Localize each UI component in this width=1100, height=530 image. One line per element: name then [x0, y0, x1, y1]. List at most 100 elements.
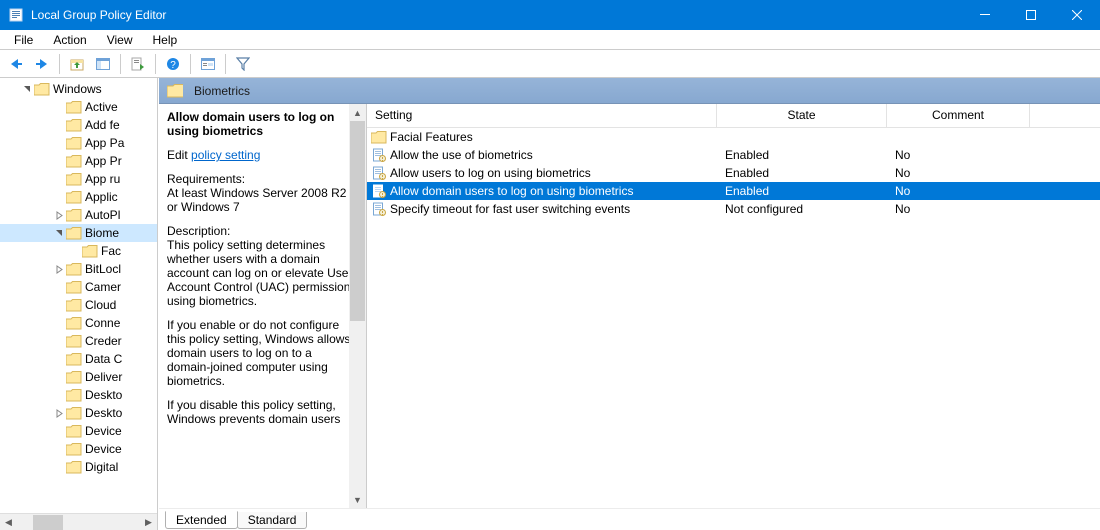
tree-item[interactable]: Deskto [0, 404, 157, 422]
export-list-button[interactable] [126, 52, 150, 76]
tree-item[interactable]: App Pa [0, 134, 157, 152]
scroll-down-icon[interactable]: ▼ [349, 491, 366, 508]
tree-item[interactable]: Deliver [0, 368, 157, 386]
setting-state: Enabled [725, 166, 895, 180]
list-row[interactable]: Allow the use of biometricsEnabledNo [367, 146, 1100, 164]
description-p2: If you enable or do not configure this p… [167, 318, 358, 388]
tree-item[interactable]: App Pr [0, 152, 157, 170]
forward-button[interactable] [30, 52, 54, 76]
tree-horizontal-scrollbar[interactable]: ◀ ▶ [0, 513, 157, 530]
tree-item[interactable]: Creder [0, 332, 157, 350]
minimize-button[interactable] [962, 0, 1008, 30]
tree-item-root[interactable]: Windows [0, 80, 157, 98]
detail-vertical-scrollbar[interactable]: ▲ ▼ [349, 104, 366, 508]
menu-action[interactable]: Action [45, 32, 94, 48]
list-row[interactable]: Specify timeout for fast user switching … [367, 200, 1100, 218]
tree-view[interactable]: Windows ActiveAdd feApp Pa App Pr App ru Ap… [0, 78, 157, 513]
setting-name: Allow the use of biometrics [390, 148, 533, 162]
menu-help[interactable]: Help [145, 32, 186, 48]
up-button[interactable] [65, 52, 89, 76]
tree-item[interactable]: Conne [0, 314, 157, 332]
folder-icon [66, 442, 82, 456]
folder-icon [66, 424, 82, 438]
chevron-right-icon[interactable] [52, 265, 66, 274]
folder-icon [66, 406, 82, 420]
list-row[interactable]: Allow users to log on using biometricsEn… [367, 164, 1100, 182]
folder-icon [66, 190, 82, 204]
tree-item[interactable]: Device [0, 440, 157, 458]
tree-item[interactable]: Camer [0, 278, 157, 296]
col-state[interactable]: State [717, 104, 887, 127]
tree-item[interactable]: Deskto [0, 386, 157, 404]
tree-item[interactable]: Biome [0, 224, 157, 242]
tree-item-label: Data C [85, 352, 122, 366]
help-button[interactable]: ? [161, 52, 185, 76]
tree-item-label: Applic [85, 190, 118, 204]
filter-button[interactable] [231, 52, 255, 76]
titlebar[interactable]: Local Group Policy Editor [0, 0, 1100, 30]
maximize-button[interactable] [1008, 0, 1054, 30]
tree-item[interactable]: Data C [0, 350, 157, 368]
list-row[interactable]: Facial Features [367, 128, 1100, 146]
tree-item-label: App Pr [85, 154, 122, 168]
tree-item[interactable]: Active [0, 98, 157, 116]
properties-button[interactable] [196, 52, 220, 76]
chevron-down-icon[interactable] [52, 229, 66, 238]
tree-item[interactable]: Device [0, 422, 157, 440]
tree-item[interactable]: Digital [0, 458, 157, 476]
folder-icon [34, 82, 50, 96]
tree-item-label: Fac [101, 244, 121, 258]
folder-icon [66, 100, 82, 114]
col-setting[interactable]: Setting [367, 104, 717, 127]
setting-name: Specify timeout for fast user switching … [390, 202, 630, 216]
scroll-thumb[interactable] [33, 515, 63, 530]
tree-item-label: Digital [85, 460, 118, 474]
description-p3: If you disable this policy setting, Wind… [167, 398, 358, 426]
list-row[interactable]: Allow domain users to log on using biome… [367, 182, 1100, 200]
tree-item-label: Deskto [85, 388, 122, 402]
edit-policy-link[interactable]: policy setting [191, 148, 260, 162]
menu-view[interactable]: View [99, 32, 141, 48]
chevron-right-icon[interactable] [52, 409, 66, 418]
description-label: Description: [167, 224, 358, 238]
folder-icon [66, 208, 82, 222]
tree-item[interactable]: AutoPl [0, 206, 157, 224]
tree-item[interactable]: BitLocl [0, 260, 157, 278]
menu-file[interactable]: File [6, 32, 41, 48]
scroll-up-icon[interactable]: ▲ [349, 104, 366, 121]
policy-icon [371, 183, 387, 199]
policy-icon [371, 147, 387, 163]
folder-icon [167, 84, 183, 98]
tab-standard[interactable]: Standard [237, 512, 308, 529]
folder-icon [66, 388, 82, 402]
close-button[interactable] [1054, 0, 1100, 30]
scroll-left-icon[interactable]: ◀ [0, 514, 17, 530]
tree-item[interactable]: Fac [0, 242, 157, 260]
folder-icon [66, 334, 82, 348]
setting-comment: No [895, 166, 1100, 180]
list-body[interactable]: Facial Features Allow the use of biometri… [367, 128, 1100, 508]
folder-icon [66, 370, 82, 384]
tree-item[interactable]: App ru [0, 170, 157, 188]
col-comment[interactable]: Comment [887, 104, 1030, 127]
tab-extended[interactable]: Extended [165, 511, 238, 529]
folder-icon [82, 244, 98, 258]
tree-item[interactable]: Cloud [0, 296, 157, 314]
scroll-thumb[interactable] [350, 121, 365, 321]
setting-state: Not configured [725, 202, 895, 216]
setting-comment: No [895, 148, 1100, 162]
setting-state: Enabled [725, 184, 895, 198]
tree-item[interactable]: Add fe [0, 116, 157, 134]
tree-item-label: Camer [85, 280, 121, 294]
chevron-down-icon[interactable] [20, 85, 34, 94]
back-button[interactable] [4, 52, 28, 76]
tree-item[interactable]: Applic [0, 188, 157, 206]
folder-icon [66, 298, 82, 312]
edit-policy-row: Edit policy setting [167, 148, 358, 162]
show-hide-tree-button[interactable] [91, 52, 115, 76]
setting-name: Facial Features [390, 130, 473, 144]
policy-detail-pane: Allow domain users to log on using biome… [159, 104, 367, 508]
scroll-right-icon[interactable]: ▶ [140, 514, 157, 530]
chevron-right-icon[interactable] [52, 211, 66, 220]
menubar: File Action View Help [0, 30, 1100, 50]
